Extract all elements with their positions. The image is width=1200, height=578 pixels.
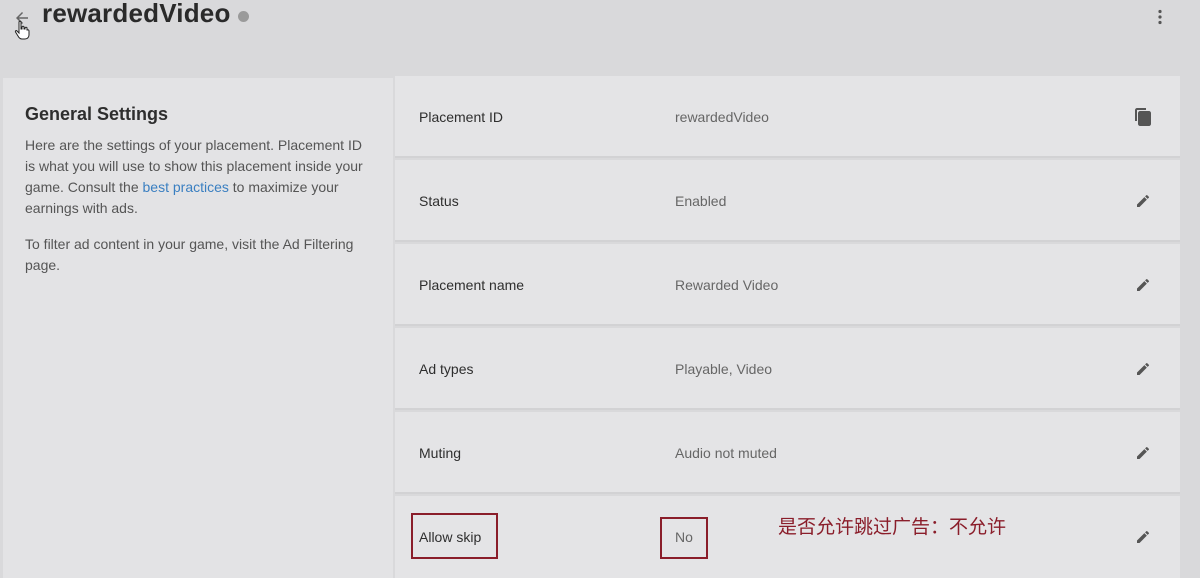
ad-filtering-text: To filter ad content in your game, visit… bbox=[25, 236, 354, 273]
edit-icon bbox=[1137, 446, 1150, 459]
edit-icon bbox=[1137, 278, 1150, 291]
edit-button[interactable] bbox=[1133, 274, 1153, 296]
setting-label: Status bbox=[419, 193, 459, 209]
setting-label: Placement name bbox=[419, 277, 525, 293]
setting-value: rewardedVideo bbox=[675, 109, 769, 125]
edit-icon bbox=[1137, 362, 1150, 375]
setting-value: Enabled bbox=[675, 193, 727, 209]
copy-button[interactable] bbox=[1133, 106, 1153, 128]
more-vertical-icon bbox=[1158, 9, 1162, 25]
setting-label: Placement ID bbox=[419, 109, 504, 125]
setting-value: Playable, Video bbox=[675, 361, 773, 377]
no-value-highlight bbox=[660, 517, 708, 559]
best-practices-link[interactable]: best practices bbox=[143, 179, 229, 195]
hand-cursor-icon bbox=[14, 20, 30, 40]
settings-row-placement-name: Placement name Rewarded Video bbox=[395, 244, 1180, 326]
settings-row-placement-id: Placement ID rewardedVideo bbox=[395, 76, 1180, 158]
setting-value: Audio not muted bbox=[675, 445, 777, 461]
copy-icon bbox=[1135, 108, 1151, 126]
edit-icon bbox=[1137, 530, 1150, 543]
annotation-note: 是否允许跳过广告：不允许 bbox=[778, 516, 1007, 538]
status-indicator bbox=[238, 11, 249, 22]
edit-button[interactable] bbox=[1133, 358, 1153, 380]
allow-skip-highlight bbox=[411, 513, 498, 559]
edit-button[interactable] bbox=[1133, 190, 1153, 212]
settings-row-muting: Muting Audio not muted bbox=[395, 412, 1180, 494]
settings-row-status: Status Enabled bbox=[395, 160, 1180, 242]
edit-button[interactable] bbox=[1133, 442, 1153, 464]
page-title: rewardedVideo bbox=[42, 0, 231, 28]
settings-row-ad-types: Ad types Playable, Video bbox=[395, 328, 1180, 410]
setting-label: Muting bbox=[419, 445, 462, 461]
settings-list: Placement ID rewardedVideo Status Enable… bbox=[395, 76, 1180, 578]
general-settings-description: Here are the settings of your placement.… bbox=[25, 135, 375, 219]
setting-value: Rewarded Video bbox=[675, 277, 779, 293]
setting-label: Ad types bbox=[419, 361, 474, 377]
edit-icon bbox=[1137, 194, 1150, 207]
more-menu-button[interactable] bbox=[1150, 6, 1170, 28]
general-settings-title: General Settings bbox=[25, 104, 169, 124]
edit-button[interactable] bbox=[1133, 526, 1153, 548]
